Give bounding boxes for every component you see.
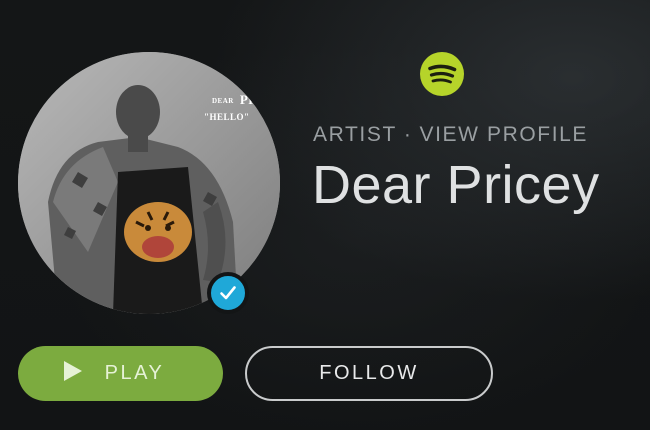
follow-label: FOLLOW: [319, 362, 419, 384]
artist-type-label: ARTIST: [313, 123, 397, 146]
artist-meta: ARTIST · VIEW PROFILE: [313, 123, 588, 147]
play-icon: [63, 360, 83, 388]
follow-button[interactable]: FOLLOW: [245, 346, 493, 401]
photo-caption: DEAR PR: [212, 92, 259, 107]
view-profile-link[interactable]: VIEW PROFILE: [419, 123, 588, 146]
play-label: PLAY: [104, 362, 165, 384]
play-button[interactable]: PLAY: [18, 346, 223, 401]
artist-name: Dear Pricey: [312, 155, 600, 215]
photo-subcaption: "HELLO": [204, 112, 250, 122]
verified-badge-icon: [207, 272, 249, 314]
meta-separator: ·: [403, 123, 413, 146]
artist-avatar[interactable]: DEAR PR "HELLO": [18, 52, 280, 314]
spotify-icon[interactable]: [420, 52, 464, 96]
